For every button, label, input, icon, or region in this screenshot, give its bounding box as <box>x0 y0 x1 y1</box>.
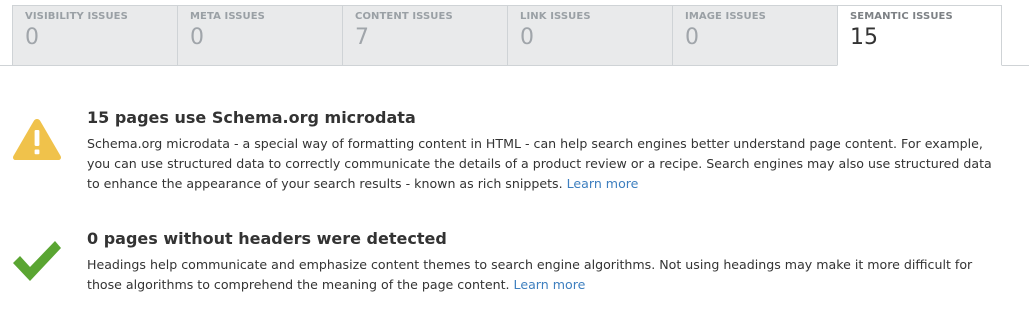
issue-text: Schema.org microdata - a special way of … <box>87 136 992 191</box>
issue-description: Headings help communicate and emphasize … <box>87 255 1007 295</box>
learn-more-link[interactable]: Learn more <box>514 277 586 292</box>
tab-label: SEMANTIC ISSUES <box>850 11 953 22</box>
tab-count: 15 <box>850 25 878 50</box>
tab-label: META ISSUES <box>190 11 265 22</box>
tab-count: 0 <box>25 25 39 50</box>
tab-image-issues[interactable]: IMAGE ISSUES 0 <box>672 5 837 66</box>
tab-link-issues[interactable]: LINK ISSUES 0 <box>507 5 672 66</box>
issue-description: Schema.org microdata - a special way of … <box>87 134 1007 194</box>
tab-label: CONTENT ISSUES <box>355 11 453 22</box>
issue-tabs: VISIBILITY ISSUES 0 META ISSUES 0 CONTEN… <box>12 5 1002 66</box>
tab-count: 0 <box>685 25 699 50</box>
issue-body: 0 pages without headers were detected He… <box>87 229 1007 295</box>
tab-meta-issues[interactable]: META ISSUES 0 <box>177 5 342 66</box>
warning-icon <box>11 116 63 166</box>
tab-count: 0 <box>190 25 204 50</box>
tab-visibility-issues[interactable]: VISIBILITY ISSUES 0 <box>12 5 177 66</box>
tab-content-issues[interactable]: CONTENT ISSUES 7 <box>342 5 507 66</box>
issue-body: 15 pages use Schema.org microdata Schema… <box>87 108 1007 194</box>
tab-label: IMAGE ISSUES <box>685 11 766 22</box>
issue-title: 15 pages use Schema.org microdata <box>87 108 416 127</box>
tab-count: 0 <box>520 25 534 50</box>
tab-semantic-issues[interactable]: SEMANTIC ISSUES 15 <box>837 5 1002 66</box>
issue-title: 0 pages without headers were detected <box>87 229 447 248</box>
tab-label: VISIBILITY ISSUES <box>25 11 128 22</box>
tab-label: LINK ISSUES <box>520 11 591 22</box>
learn-more-link[interactable]: Learn more <box>567 176 639 191</box>
checkmark-icon <box>11 237 63 287</box>
tab-count: 7 <box>355 25 369 50</box>
